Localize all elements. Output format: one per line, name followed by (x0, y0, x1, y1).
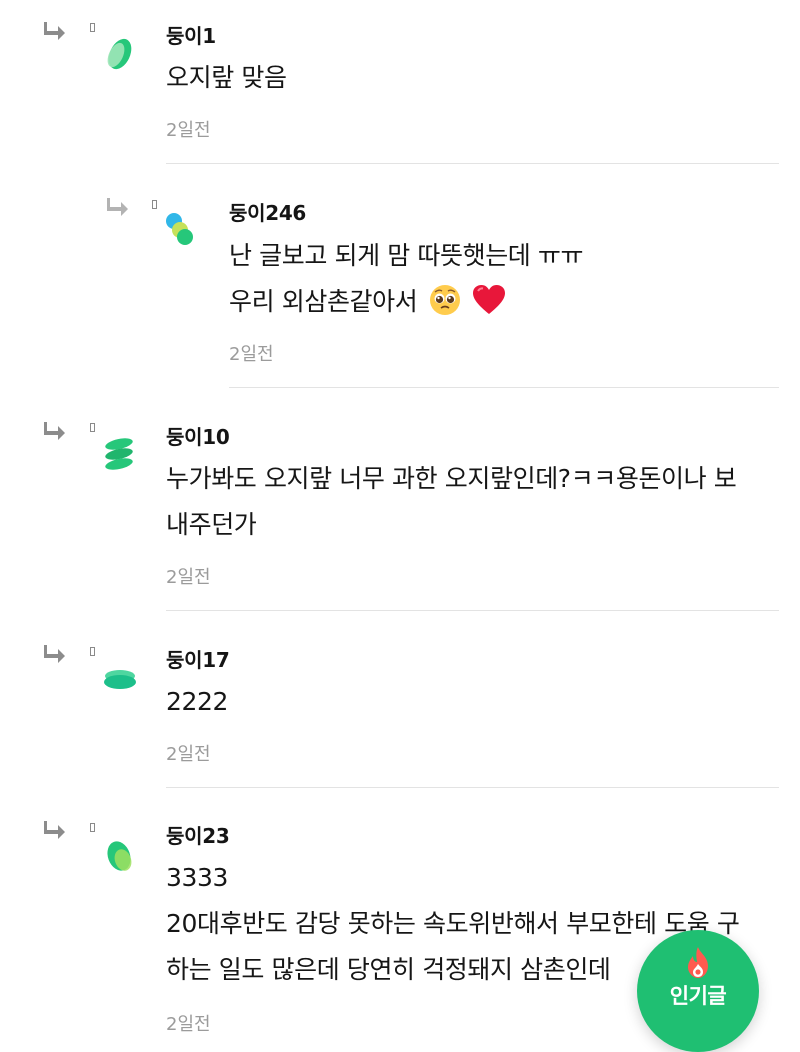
timestamp: 2일전 (229, 344, 274, 365)
comment-text: 3333 (166, 863, 229, 892)
comment-text-line-2: 내주던가 (166, 510, 257, 539)
reply-arrow-icon (44, 20, 68, 40)
reply-arrow-icon (44, 420, 68, 440)
timestamp: 2일전 (166, 567, 211, 588)
avatar[interactable] (100, 34, 140, 74)
comment-text: 난 글보고 되게 맘 따뜻햇는데 ㅠㅠ (229, 241, 584, 270)
reply-arrow-icon (44, 643, 68, 663)
reply-arrow-icon (44, 819, 68, 839)
fab-label: 인기글 (669, 984, 727, 1008)
nickname[interactable]: 둥이246 (229, 197, 306, 226)
nickname[interactable]: 둥이10 (166, 421, 230, 450)
avatar[interactable] (163, 211, 203, 251)
pleading-face-emoji (429, 284, 461, 330)
timestamp: 2일전 (166, 1014, 211, 1035)
report-icon[interactable] (90, 23, 95, 32)
red-heart-emoji (472, 284, 506, 330)
nickname[interactable]: 둥이17 (166, 644, 230, 673)
divider (166, 787, 779, 788)
comment-text: 2222 (166, 687, 229, 716)
popular-posts-fab[interactable]: 인기글 (637, 930, 759, 1052)
divider (166, 163, 779, 164)
avatar[interactable] (100, 660, 140, 700)
comment-text: 오지랖 맞음 (166, 63, 287, 92)
report-icon[interactable] (90, 647, 95, 656)
report-icon[interactable] (152, 200, 157, 209)
comment-text-line-3: 하는 일도 많은데 당연히 걱정돼지 삼촌인데 (166, 955, 611, 984)
divider (229, 387, 779, 388)
avatar[interactable] (100, 435, 140, 475)
reply-arrow-icon (107, 196, 131, 216)
comment-text-line-2: 20대후반도 감당 못하는 속도위반해서 부모한테 도움 구 (166, 909, 740, 938)
nickname[interactable]: 둥이1 (166, 20, 216, 49)
report-icon[interactable] (90, 423, 95, 432)
nickname[interactable]: 둥이23 (166, 820, 230, 849)
comment-text: 누가봐도 오지랖 너무 과한 오지랖인데?ㅋㅋ용돈이나 보 (166, 464, 737, 493)
avatar[interactable] (100, 836, 140, 876)
report-icon[interactable] (90, 823, 95, 832)
comment-text-line: 우리 외삼촌같아서 (229, 279, 506, 330)
timestamp: 2일전 (166, 744, 211, 765)
comment-text-line-2: 우리 외삼촌같아서 (229, 287, 418, 316)
timestamp: 2일전 (166, 120, 211, 141)
fire-icon (682, 946, 714, 984)
divider (166, 610, 779, 611)
